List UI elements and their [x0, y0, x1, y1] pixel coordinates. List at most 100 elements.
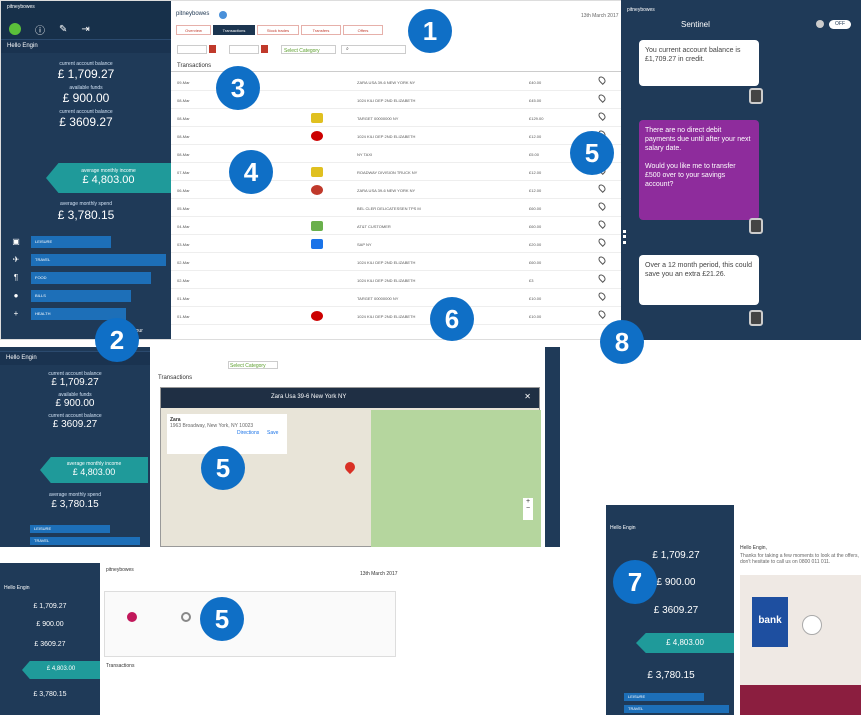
- location-pin-icon[interactable]: [597, 75, 607, 85]
- transaction-row[interactable]: 02-Mar 1024 KILI DEP 2ND ELIZABETH £3: [171, 271, 621, 289]
- tab-overview[interactable]: Overview: [176, 25, 211, 35]
- transaction-row[interactable]: 05-Mar BEL CLER DELICATESSEN TPS M £60.00: [171, 199, 621, 217]
- transaction-date: 09-Mar: [177, 80, 190, 85]
- transaction-amount: £60.00: [529, 260, 542, 265]
- transaction-amount: £45.00: [529, 98, 542, 103]
- close-icon[interactable]: ✕: [524, 392, 531, 401]
- transaction-row[interactable]: 08-Mar TARGET 00000000 NY £129.00: [171, 109, 621, 127]
- offer-circle[interactable]: [802, 615, 822, 635]
- transaction-description: 1024 KILI DEP 2ND ELIZABETH: [357, 98, 416, 103]
- transaction-date: 08-Mar: [177, 98, 190, 103]
- calendar-to-icon[interactable]: [261, 45, 268, 53]
- bills-icon: ●: [13, 291, 19, 300]
- offer-card-panel: bank: [740, 575, 861, 685]
- transaction-row[interactable]: 03-Mar SAP NY £20.00: [171, 235, 621, 253]
- offer-footer: [740, 685, 861, 715]
- search-input[interactable]: [341, 45, 406, 54]
- spend-value: £ 3,780.15: [33, 691, 67, 698]
- merchant-logo-icon: [311, 185, 323, 195]
- merchant-logo-icon: [311, 239, 323, 249]
- sidebar: Hello Engin £ 1,709.27 £ 900.00 £ 3609.2…: [606, 505, 734, 715]
- transactions-title: Transactions: [106, 663, 135, 669]
- category-bills[interactable]: BILLS: [31, 290, 131, 302]
- bank-card[interactable]: bank: [752, 597, 788, 647]
- sidebar: Hello Engin £ 1,709.27 £ 900.00 £ 3609.2…: [0, 563, 100, 715]
- merchant-logo-icon: [311, 131, 323, 141]
- merchant-logo-icon: [311, 167, 323, 177]
- calendar-screen: Hello Engin £ 1,709.27 £ 900.00 £ 3609.2…: [0, 563, 400, 715]
- calendar-day-event-grey[interactable]: [181, 612, 191, 622]
- income-box: average monthly income £ 4,803.00: [40, 457, 148, 483]
- merchant-logo-icon: [311, 221, 323, 231]
- chat-message-balance: You current account balance is £1,709.27…: [639, 40, 759, 86]
- transaction-row[interactable]: 02-Mar 1024 KILI DEP 2ND ELIZABETH £60.00: [171, 253, 621, 271]
- location-pin-icon[interactable]: [597, 237, 607, 247]
- directions-link[interactable]: Directions: [237, 430, 259, 436]
- transaction-amount: £20.00: [529, 242, 542, 247]
- tab-transfers[interactable]: Transfers: [301, 25, 341, 35]
- merchant-logo-icon: [311, 113, 323, 123]
- transaction-amount: £12.00: [529, 170, 542, 175]
- category-select[interactable]: Select Category: [281, 45, 336, 54]
- callout-badge-6: 6: [430, 297, 474, 341]
- transaction-amount: £5.00: [529, 152, 540, 157]
- income-box: £ 4,803.00: [636, 633, 734, 653]
- travel-icon: ✈: [12, 255, 20, 264]
- calendar-from-icon[interactable]: [209, 45, 216, 53]
- transaction-date: 01-Mar: [177, 314, 190, 319]
- category-travel[interactable]: TRAVEL: [30, 537, 140, 545]
- callout-badge-5b: 5: [201, 446, 245, 490]
- map-park-area: [371, 410, 541, 547]
- chat-drag-handle[interactable]: [623, 230, 626, 244]
- health-icon: +: [13, 309, 19, 318]
- tab-stock-trades[interactable]: Stock trades: [257, 25, 299, 35]
- location-pin-icon[interactable]: [597, 93, 607, 103]
- location-pin-icon[interactable]: [597, 273, 607, 283]
- transaction-row[interactable]: 01-Mar TARGET 00000000 NY £10.00: [171, 289, 621, 307]
- zoom-control[interactable]: + −: [523, 498, 533, 520]
- wrench-icon[interactable]: ✎: [59, 24, 67, 35]
- category-travel[interactable]: TRAVEL: [31, 254, 166, 266]
- transaction-row[interactable]: 04-Mar AT&T CUSTOMER £60.00: [171, 217, 621, 235]
- available-value: £ 900.00: [55, 398, 95, 409]
- transaction-description: ZARA USA 39-6 NEW YORK NY: [357, 188, 416, 193]
- location-pin-icon[interactable]: [597, 201, 607, 211]
- app-logo-icon[interactable]: [9, 23, 21, 35]
- transaction-row[interactable]: 01-Mar 1024 KILI DEP 2ND ELIZABETH £10.00: [171, 307, 621, 325]
- category-travel[interactable]: TRAVEL: [624, 705, 729, 713]
- location-pin-icon[interactable]: [597, 309, 607, 319]
- map-pin-icon[interactable]: [342, 459, 358, 475]
- location-pin-icon[interactable]: [597, 255, 607, 265]
- spend-label: average monthly spend: [49, 492, 101, 498]
- help-icon[interactable]: ⓘ: [35, 22, 45, 37]
- map-header: Zara Usa 39-6 New York NY ✕: [161, 388, 539, 408]
- category-leisure[interactable]: LEISURE: [624, 693, 704, 701]
- calendar-day-event-red[interactable]: [127, 612, 137, 622]
- tab-offers[interactable]: Offers: [343, 25, 383, 35]
- transaction-date: 02-Mar: [177, 260, 190, 265]
- transaction-amount: £12.00: [529, 134, 542, 139]
- callout-badge-5c: 5: [200, 597, 244, 641]
- transaction-description: ZARA USA 39-6 NEW YORK NY: [357, 80, 416, 85]
- location-pin-icon[interactable]: [597, 111, 607, 121]
- category-select[interactable]: Select Category: [228, 361, 278, 369]
- map-screen: Hello Engin current account balance £ 1,…: [0, 347, 560, 547]
- date-to-input[interactable]: [229, 45, 259, 54]
- callout-badge-8: 8: [600, 320, 644, 364]
- transaction-row[interactable]: 08-Mar 1024 KILI DEP 2ND ELIZABETH £12.00: [171, 127, 621, 145]
- location-pin-icon[interactable]: [597, 219, 607, 229]
- sidebar: Hello Engin current account balance £ 1,…: [0, 347, 150, 547]
- brand-logo-icon: [219, 11, 227, 19]
- available-value: £ 900.00: [36, 621, 64, 628]
- date-from-input[interactable]: [177, 45, 207, 54]
- category-food[interactable]: FOOD: [31, 272, 151, 284]
- location-pin-icon[interactable]: [597, 183, 607, 193]
- location-pin-icon[interactable]: [597, 291, 607, 301]
- save-link[interactable]: Save: [267, 430, 278, 436]
- category-leisure[interactable]: LEISURE: [31, 236, 111, 248]
- chat-toggle[interactable]: OFF: [829, 20, 851, 29]
- balance-value-2: £ 3609.27: [34, 641, 66, 648]
- category-leisure[interactable]: LEISURE: [30, 525, 110, 533]
- tab-transactions[interactable]: Transactions: [213, 25, 255, 35]
- logout-icon[interactable]: ⇥: [81, 24, 89, 35]
